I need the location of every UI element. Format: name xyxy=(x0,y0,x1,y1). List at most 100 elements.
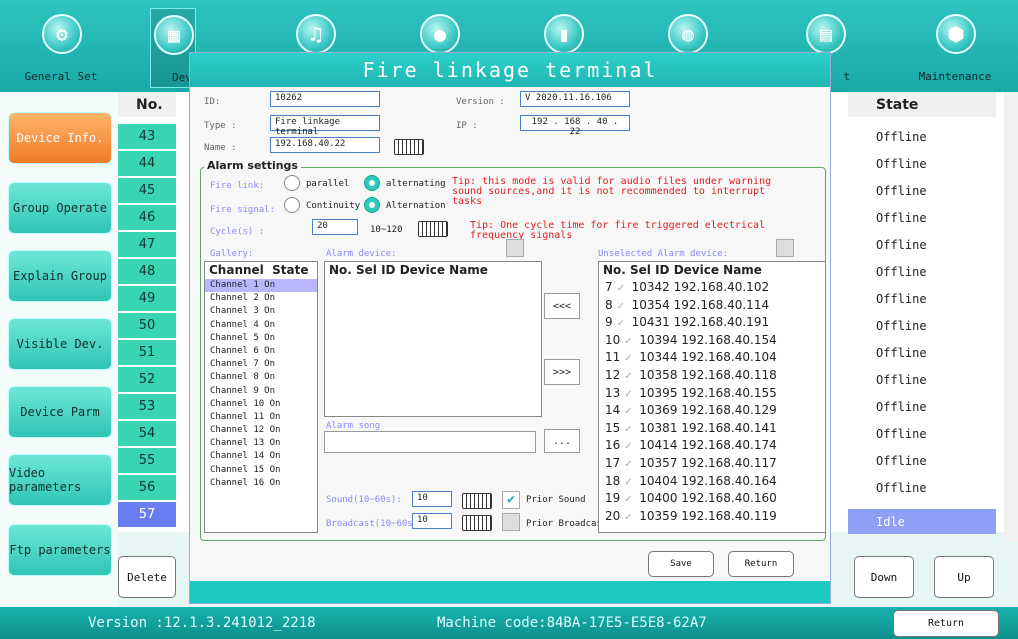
alarm-device-list[interactable]: No. Sel ID Device Name xyxy=(324,261,542,417)
row-number[interactable]: 48 xyxy=(118,259,176,284)
row-number[interactable]: 50 xyxy=(118,313,176,338)
channel-row[interactable]: Channel 12 On xyxy=(205,424,317,437)
no-column-header: No. xyxy=(118,92,176,117)
keyboard-icon[interactable] xyxy=(462,493,492,509)
device-row[interactable]: 14 ✓ 10369 192.168.40.129 xyxy=(599,402,825,420)
music-icon: ♫ xyxy=(296,14,336,54)
channel-row[interactable]: Channel 6 On xyxy=(205,345,317,358)
sidebar-device-parm[interactable]: Device Parm xyxy=(8,386,112,438)
channel-row[interactable]: Channel 2 On xyxy=(205,292,317,305)
row-number[interactable]: 54 xyxy=(118,421,176,446)
unselected-select-all[interactable] xyxy=(776,239,794,257)
sidebar-explain-group[interactable]: Explain Group xyxy=(8,250,112,302)
device-row[interactable]: 8 ✓ 10354 192.168.40.114 xyxy=(599,297,825,315)
nav-label: General Set xyxy=(24,70,98,83)
keyboard-icon[interactable] xyxy=(418,221,448,237)
nav-general-set[interactable]: ⚙ General Set xyxy=(6,8,116,88)
channel-row[interactable]: Channel 10 On xyxy=(205,398,317,411)
sidebar-ftp-parameters[interactable]: Ftp parameters xyxy=(8,524,112,576)
name-label: Name : xyxy=(204,143,237,153)
dialog-footer xyxy=(190,581,830,603)
row-number-selected[interactable]: 57 xyxy=(118,502,176,527)
state-cell: Offline xyxy=(876,157,927,171)
prior-sound-checkbox[interactable]: ✔ xyxy=(502,491,520,509)
nav-maintenance[interactable]: ⬢ Maintenance xyxy=(900,8,1010,88)
channel-row[interactable]: Channel 5 On xyxy=(205,332,317,345)
row-number[interactable]: 47 xyxy=(118,232,176,257)
channel-row[interactable]: Channel 15 On xyxy=(205,464,317,477)
row-number[interactable]: 44 xyxy=(118,151,176,176)
device-row[interactable]: 18 ✓ 10404 192.168.40.164 xyxy=(599,473,825,491)
id-field[interactable]: 10262 xyxy=(270,91,380,107)
sidebar-video-parameters[interactable]: Video parameters xyxy=(8,454,112,506)
name-field[interactable]: 192.168.40.22 xyxy=(270,137,380,153)
channel-row[interactable]: Channel 7 On xyxy=(205,358,317,371)
browse-button[interactable]: ... xyxy=(544,429,580,453)
channel-row[interactable]: Channel 14 On xyxy=(205,450,317,463)
state-column-header: State xyxy=(848,92,996,117)
state-cell: Offline xyxy=(876,346,927,360)
channel-row[interactable]: Channel 3 On xyxy=(205,305,317,318)
channel-row[interactable]: Channel 8 On xyxy=(205,371,317,384)
alternating-radio[interactable] xyxy=(364,175,380,191)
move-left-button[interactable]: <<< xyxy=(544,293,580,319)
alarm-device-select-all[interactable] xyxy=(506,239,524,257)
device-row[interactable]: 11 ✓ 10344 192.168.40.104 xyxy=(599,349,825,367)
parallel-radio[interactable] xyxy=(284,175,300,191)
sidebar-visible-dev[interactable]: Visible Dev. xyxy=(8,318,112,370)
type-field[interactable]: Fire linkage terminal xyxy=(270,115,380,137)
keyboard-icon[interactable] xyxy=(394,139,424,155)
channel-row[interactable]: Channel 16 On xyxy=(205,477,317,490)
row-number[interactable]: 56 xyxy=(118,475,176,500)
device-row[interactable]: 12 ✓ 10358 192.168.40.118 xyxy=(599,367,825,385)
row-number[interactable]: 55 xyxy=(118,448,176,473)
table-scrollbar[interactable] xyxy=(1004,92,1018,542)
row-number[interactable]: 45 xyxy=(118,178,176,203)
channel-row[interactable]: Channel 13 On xyxy=(205,437,317,450)
channel-row[interactable]: Channel 4 On xyxy=(205,319,317,332)
row-number[interactable]: 52 xyxy=(118,367,176,392)
unselected-device-list[interactable]: No. Sel ID Device Name 7 ✓ 10342 192.168.4… xyxy=(598,261,826,533)
device-row[interactable]: 20 ✓ 10359 192.168.40.119 xyxy=(599,508,825,526)
device-row[interactable]: 9 ✓ 10431 192.168.40.191 xyxy=(599,314,825,332)
sidebar-device-info[interactable]: Device Info. xyxy=(8,112,112,164)
return-button[interactable]: Return xyxy=(893,610,999,637)
fire-linkage-dialog: Fire linkage terminal ID: 10262 Version … xyxy=(189,52,831,604)
user-icon: ● xyxy=(420,14,460,54)
prior-broadcast-checkbox[interactable] xyxy=(502,513,520,531)
fire-link-label: Fire link: xyxy=(210,181,265,191)
row-number[interactable]: 53 xyxy=(118,394,176,419)
state-cell: Offline xyxy=(876,130,927,144)
row-number[interactable]: 43 xyxy=(118,124,176,149)
keyboard-icon[interactable] xyxy=(462,515,492,531)
device-row[interactable]: 17 ✓ 10357 192.168.40.117 xyxy=(599,455,825,473)
broadcast-field[interactable]: 10 xyxy=(412,513,452,529)
row-number[interactable]: 46 xyxy=(118,205,176,230)
device-row[interactable]: 10 ✓ 10394 192.168.40.154 xyxy=(599,332,825,350)
channel-row[interactable]: Channel 11 On xyxy=(205,411,317,424)
delete-button[interactable]: Delete xyxy=(118,556,176,598)
cycle-field[interactable]: 20 xyxy=(312,219,358,235)
down-button[interactable]: Down xyxy=(854,556,914,598)
device-row[interactable]: 7 ✓ 10342 192.168.40.102 xyxy=(599,279,825,297)
device-row[interactable]: 16 ✓ 10414 192.168.40.174 xyxy=(599,437,825,455)
up-button[interactable]: Up xyxy=(934,556,994,598)
alternation-radio[interactable] xyxy=(364,197,380,213)
device-row[interactable]: 19 ✓ 10400 192.168.40.160 xyxy=(599,490,825,508)
dialog-return-button[interactable]: Return xyxy=(728,551,794,577)
continuity-radio[interactable] xyxy=(284,197,300,213)
channel-row[interactable]: Channel 9 On xyxy=(205,385,317,398)
row-number[interactable]: 49 xyxy=(118,286,176,311)
device-row[interactable]: 15 ✓ 10381 192.168.40.141 xyxy=(599,420,825,438)
ip-field[interactable]: 192 . 168 . 40 . 22 xyxy=(520,115,630,137)
device-row[interactable]: 13 ✓ 10395 192.168.40.155 xyxy=(599,385,825,403)
channel-row[interactable]: Channel 1 On xyxy=(205,279,317,293)
row-number[interactable]: 51 xyxy=(118,340,176,365)
save-button[interactable]: Save xyxy=(648,551,714,577)
sound-field[interactable]: 10 xyxy=(412,491,452,507)
version-field[interactable]: V 2020.11.16.106 xyxy=(520,91,630,107)
channel-list[interactable]: Channel State Channel 1 On Channel 2 On … xyxy=(204,261,318,533)
move-right-button[interactable]: >>> xyxy=(544,359,580,385)
sidebar-group-operate[interactable]: Group Operate xyxy=(8,182,112,234)
alarm-song-field[interactable] xyxy=(324,431,536,453)
